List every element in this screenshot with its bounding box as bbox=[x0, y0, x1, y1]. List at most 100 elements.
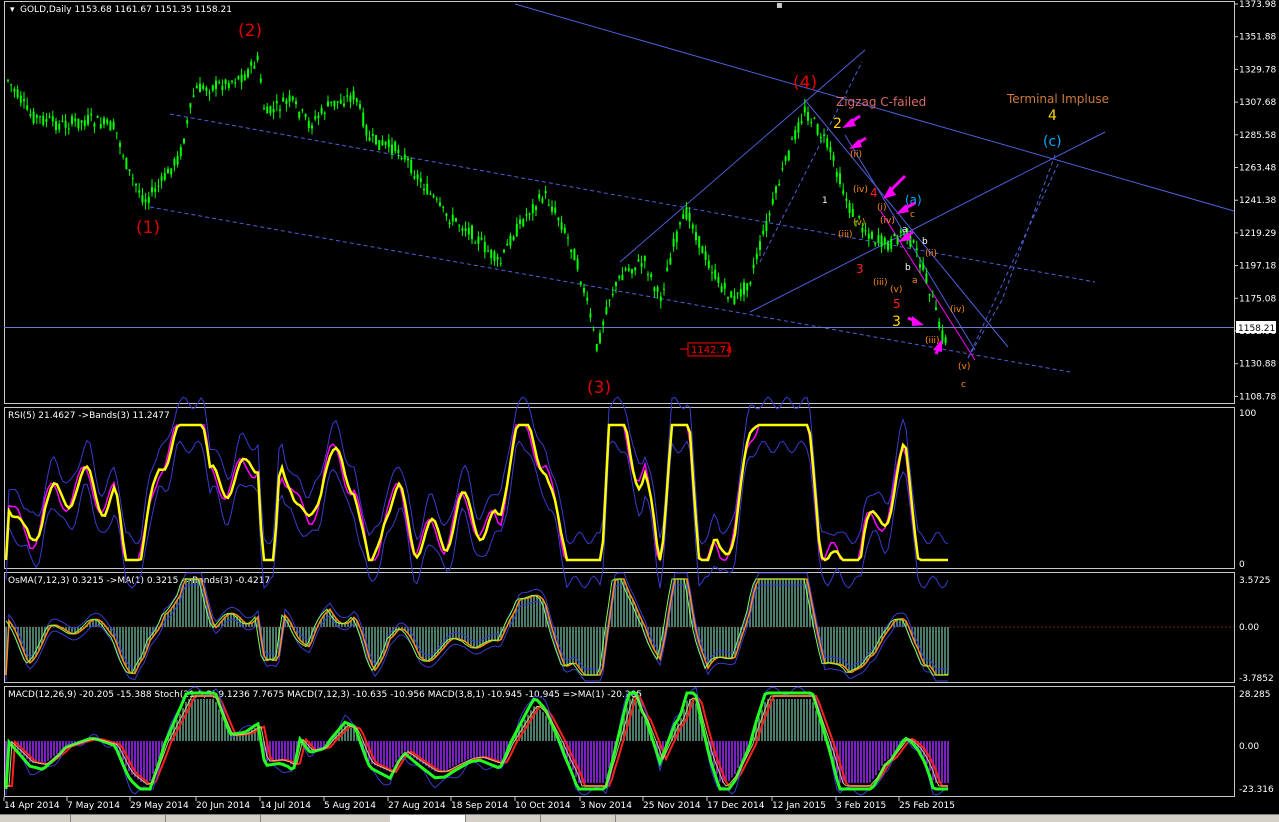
candle-body bbox=[295, 101, 297, 105]
candle-body bbox=[503, 249, 505, 253]
candle-body bbox=[883, 238, 886, 245]
candle-body bbox=[359, 104, 361, 109]
candle-body bbox=[103, 118, 105, 125]
candle-body bbox=[419, 178, 422, 182]
candle-body bbox=[394, 141, 397, 152]
candle-body bbox=[839, 173, 841, 185]
candle-body bbox=[800, 121, 803, 124]
candle-body bbox=[567, 237, 569, 239]
candle-body bbox=[490, 249, 493, 258]
candle-body bbox=[707, 260, 710, 268]
channel-lines[interactable] bbox=[149, 3, 1235, 373]
chart-dropdown-icon[interactable]: ▾ bbox=[10, 5, 15, 15]
candle-body bbox=[259, 78, 262, 83]
candle-body bbox=[29, 114, 32, 116]
date-axis-label: 12 Jan 2015 bbox=[772, 801, 826, 811]
macd-axis-zero: 0.00 bbox=[1239, 742, 1259, 752]
candle-body bbox=[26, 105, 29, 110]
candle-body bbox=[810, 122, 813, 124]
candle-body bbox=[714, 269, 717, 279]
candle-body bbox=[80, 120, 83, 123]
candle-body bbox=[787, 150, 790, 161]
candle-body bbox=[231, 80, 233, 82]
candle-body bbox=[154, 188, 157, 192]
candle-body bbox=[141, 195, 144, 203]
candle-body bbox=[13, 88, 16, 92]
candle-body bbox=[381, 140, 384, 146]
candle-body bbox=[672, 238, 675, 247]
candle-body bbox=[880, 235, 883, 247]
candle-body bbox=[157, 185, 160, 187]
candle-body bbox=[96, 115, 99, 118]
candle-body bbox=[557, 217, 560, 221]
candle-body bbox=[586, 297, 589, 301]
candle-body bbox=[352, 90, 355, 100]
candle-body bbox=[42, 115, 45, 125]
candle-body bbox=[330, 101, 333, 104]
candle-body bbox=[173, 158, 176, 166]
close-icon[interactable]: ▪ bbox=[776, 0, 783, 11]
candle-body bbox=[477, 236, 480, 244]
date-axis-label: 14 Jul 2014 bbox=[260, 801, 311, 811]
candle-body bbox=[442, 206, 445, 208]
candle-body bbox=[749, 282, 752, 285]
candle-body bbox=[781, 168, 784, 170]
candle-body bbox=[602, 321, 605, 325]
candle-body bbox=[147, 196, 150, 204]
candle-body bbox=[400, 157, 403, 159]
candle-body bbox=[778, 184, 781, 186]
candle-body bbox=[208, 92, 211, 94]
candle-body bbox=[23, 99, 25, 101]
osma-axis-zero: 0.00 bbox=[1239, 623, 1259, 633]
candle-body bbox=[288, 95, 291, 102]
candle-body bbox=[784, 156, 787, 161]
candle-body bbox=[928, 293, 931, 296]
candle-body bbox=[339, 99, 342, 104]
svg-text:(iv): (iv) bbox=[880, 216, 895, 226]
macd-lines bbox=[4, 686, 949, 796]
terminal-num: 4 bbox=[1048, 108, 1057, 124]
candle-body bbox=[371, 134, 374, 136]
main-header: GOLD,Daily 1153.68 1161.67 1151.35 1158.… bbox=[20, 5, 232, 15]
price-axis-label: 1351.88 bbox=[1239, 33, 1276, 43]
candle-body bbox=[221, 85, 224, 90]
candle-body bbox=[234, 82, 237, 84]
candle-body bbox=[832, 155, 835, 161]
price-axis: 1373.98 1351.88 1329.78 1307.68 1285.58 1263.… bbox=[1234, 0, 1276, 402]
candle-body bbox=[848, 202, 851, 214]
chart-window[interactable]: ▾ GOLD,Daily 1153.68 1161.67 1151.35 115… bbox=[0, 0, 1279, 821]
candle-body bbox=[256, 55, 259, 60]
candle-body bbox=[205, 87, 208, 91]
rsi-header: RSI(5) 21.4627 ->Bands(3) 11.2477 bbox=[8, 411, 170, 421]
candle-body bbox=[637, 259, 640, 262]
candle-body bbox=[480, 237, 483, 240]
candle-body bbox=[327, 101, 329, 107]
candle-body bbox=[144, 199, 147, 203]
candle-body bbox=[301, 109, 304, 111]
candle-body bbox=[723, 282, 726, 289]
candle-body bbox=[877, 235, 880, 243]
candle-body bbox=[253, 65, 256, 69]
candle-body bbox=[170, 168, 173, 175]
candle-body bbox=[298, 111, 301, 118]
candle-body bbox=[599, 333, 601, 343]
candle-body bbox=[797, 122, 800, 133]
candle-body bbox=[429, 193, 432, 195]
osma-axis-top: 3.5725 bbox=[1239, 576, 1271, 586]
price-axis-label: 1285.58 bbox=[1239, 131, 1276, 141]
candle-body bbox=[272, 108, 275, 113]
price-axis-label: 1197.18 bbox=[1239, 262, 1276, 272]
candle-body bbox=[240, 74, 243, 83]
candle-body bbox=[509, 235, 512, 246]
candle-body bbox=[90, 113, 93, 116]
candle-body bbox=[64, 120, 67, 128]
candle-body bbox=[717, 276, 720, 283]
candle-body bbox=[368, 137, 371, 141]
candle-body bbox=[643, 256, 646, 262]
candle-body bbox=[864, 230, 867, 232]
svg-text:(ii): (ii) bbox=[850, 150, 862, 160]
candle-body bbox=[199, 83, 201, 93]
candle-body bbox=[765, 221, 768, 232]
candle-body bbox=[387, 139, 390, 148]
candle-body bbox=[938, 321, 941, 328]
